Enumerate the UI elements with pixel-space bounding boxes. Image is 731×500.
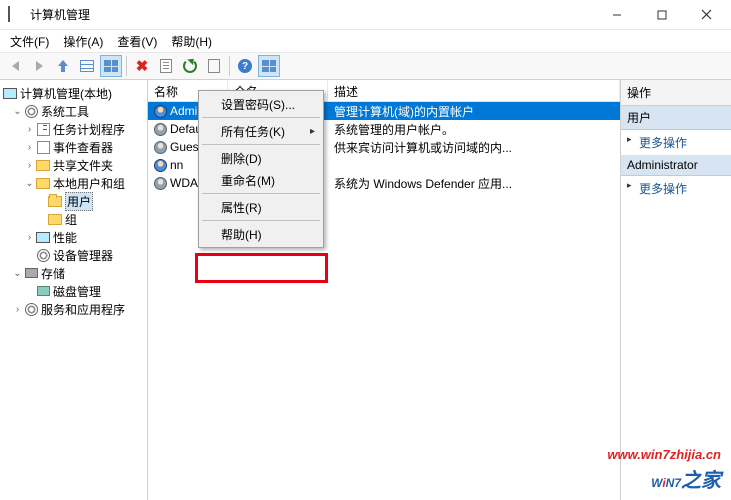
tree-root[interactable]: 计算机管理(本地): [2, 84, 147, 102]
ctx-rename[interactable]: 重命名(M): [201, 169, 321, 191]
refresh-button[interactable]: [179, 55, 201, 77]
tree-storage[interactable]: ⌄存储: [2, 264, 147, 282]
tree-pane: 计算机管理(本地) ⌄系统工具 ›任务计划程序 ›事件查看器 ›共享文件夹 ⌄本…: [0, 80, 148, 500]
titlebar: 计算机管理: [0, 0, 731, 30]
help-button[interactable]: ?: [234, 55, 256, 77]
menubar: 文件(F) 操作(A) 查看(V) 帮助(H): [0, 30, 731, 52]
menu-action[interactable]: 操作(A): [57, 31, 109, 52]
ctx-all-tasks[interactable]: 所有任务(K): [201, 120, 321, 142]
close-button[interactable]: [684, 1, 729, 29]
context-menu: 设置密码(S)... 所有任务(K) 删除(D) 重命名(M) 属性(R) 帮助…: [198, 90, 324, 248]
show-tree-button[interactable]: [76, 55, 98, 77]
tree-devmgr[interactable]: 设备管理器: [2, 246, 147, 264]
window-title: 计算机管理: [30, 6, 594, 23]
tree-users[interactable]: 用户: [2, 192, 147, 210]
actions-more-2[interactable]: 更多操作: [621, 176, 731, 201]
user-icon: [154, 177, 167, 190]
toolbar-separator-2: [229, 56, 230, 76]
ctx-properties[interactable]: 属性(R): [201, 196, 321, 218]
menu-help[interactable]: 帮助(H): [165, 31, 218, 52]
export-button[interactable]: [203, 55, 225, 77]
tree-systools[interactable]: ⌄系统工具: [2, 102, 147, 120]
actions-section-admin: Administrator: [621, 155, 731, 176]
tree-groups[interactable]: 组: [2, 210, 147, 228]
ctx-delete[interactable]: 删除(D): [201, 147, 321, 169]
ctx-set-password[interactable]: 设置密码(S)...: [201, 93, 321, 115]
actions-pane: 操作 用户 更多操作 Administrator 更多操作: [621, 80, 731, 500]
delete-button[interactable]: ✖: [131, 55, 153, 77]
maximize-button[interactable]: [639, 1, 684, 29]
ctx-help[interactable]: 帮助(H): [201, 223, 321, 245]
tree-diskmgr[interactable]: 磁盘管理: [2, 282, 147, 300]
tree-scheduler[interactable]: ›任务计划程序: [2, 120, 147, 138]
tree-eventviewer[interactable]: ›事件查看器: [2, 138, 147, 156]
toolbar-separator: [126, 56, 127, 76]
watermark: www.win7zhijia.cn WiN7之家: [607, 447, 721, 494]
tree-perf[interactable]: ›性能: [2, 228, 147, 246]
menu-file[interactable]: 文件(F): [4, 31, 55, 52]
back-button: [4, 55, 26, 77]
grid-view-button[interactable]: [258, 55, 280, 77]
minimize-button[interactable]: [594, 1, 639, 29]
actions-section-users: 用户: [621, 106, 731, 130]
user-icon: [154, 105, 167, 118]
show-list-button[interactable]: [100, 55, 122, 77]
actions-header: 操作: [621, 80, 731, 106]
app-icon: [8, 7, 24, 23]
tree-services[interactable]: ›服务和应用程序: [2, 300, 147, 318]
user-icon: [154, 159, 167, 172]
column-desc[interactable]: 描述: [328, 80, 620, 101]
user-icon: [154, 123, 167, 136]
forward-button: [28, 55, 50, 77]
ctx-separator: [202, 117, 320, 118]
user-icon: [154, 141, 167, 154]
toolbar: ✖ ?: [0, 52, 731, 80]
tree-shared[interactable]: ›共享文件夹: [2, 156, 147, 174]
tree-localusers[interactable]: ⌄本地用户和组: [2, 174, 147, 192]
up-button[interactable]: [52, 55, 74, 77]
properties-button[interactable]: [155, 55, 177, 77]
menu-view[interactable]: 查看(V): [111, 31, 163, 52]
ctx-separator: [202, 144, 320, 145]
actions-more-1[interactable]: 更多操作: [621, 130, 731, 155]
ctx-separator: [202, 193, 320, 194]
ctx-separator: [202, 220, 320, 221]
